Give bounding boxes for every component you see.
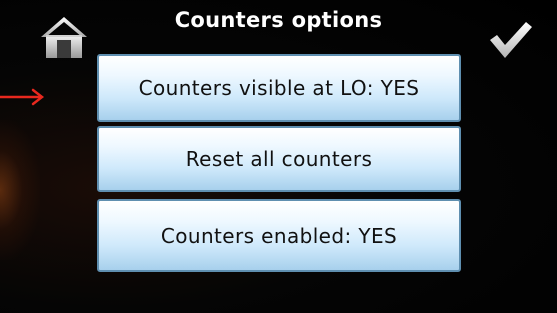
reset-all-counters-label: Reset all counters (185, 147, 373, 171)
counters-visible-at-lo-button[interactable]: Counters visible at LO: YES (97, 54, 461, 122)
pointer-arrow (0, 88, 50, 106)
screen-glare (0, 120, 40, 260)
reset-all-counters-button[interactable]: Reset all counters (97, 126, 461, 192)
counters-enabled-label: Counters enabled: YES (160, 223, 398, 248)
confirm-button[interactable] (488, 20, 534, 60)
counters-options-screen: Counters options Counters visible at LO:… (0, 0, 557, 313)
checkmark-icon (490, 22, 532, 58)
counters-enabled-button[interactable]: Counters enabled: YES (97, 199, 461, 272)
red-arrow-icon (0, 88, 45, 106)
page-title: Counters options (174, 8, 383, 32)
counters-visible-at-lo-label: Counters visible at LO: YES (138, 76, 420, 100)
